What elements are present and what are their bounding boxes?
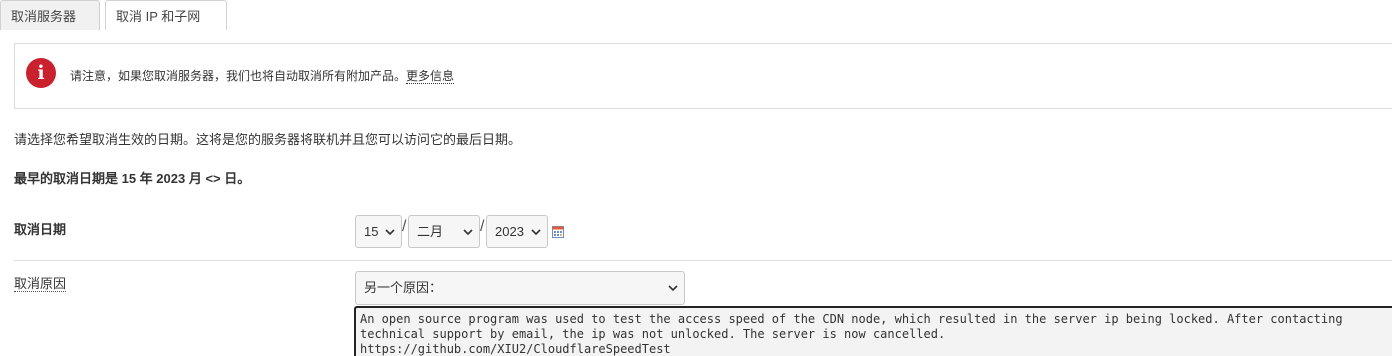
cancel-date-label: 取消日期 [14,222,67,237]
alert-text: 请注意，如果您取消服务器，我们也将自动取消所有附加产品。 [70,69,407,83]
more-info-link[interactable]: 更多信息 [406,69,455,84]
date-separator: / [480,218,485,235]
tab-cancel-ip-subnet[interactable]: 取消 IP 和子网 [105,0,227,30]
tab-bar: 取消服务器 取消 IP 和子网 [0,0,1392,30]
tab-cancel-server[interactable]: 取消服务器 [0,0,100,30]
cancel-reason-label: 取消原因 [14,276,67,292]
chevron-down-icon [531,229,541,236]
month-value: 二月 [417,224,444,239]
earliest-date-text: 最早的取消日期是 15 年 2023 月 <> 日。 [14,171,251,186]
info-icon: i [26,58,56,88]
instruction-text: 请选择您希望取消生效的日期。这将是您的服务器将联机并且您可以访问它的最后日期。 [14,132,522,147]
row-divider [14,260,1392,261]
reason-textarea[interactable]: An open source program was used to test … [354,306,1392,356]
calendar-icon[interactable] [552,226,564,238]
year-value: 2023 [495,224,524,239]
notice-alert: i 请注意，如果您取消服务器，我们也将自动取消所有附加产品。更多信息 [14,43,1392,109]
year-select[interactable]: 2023 [486,215,548,248]
chevron-down-icon [463,229,473,236]
date-separator: / [402,218,407,235]
day-value: 15 [364,224,379,239]
chevron-down-icon [668,285,678,292]
reason-select[interactable]: 另一个原因： [355,271,685,305]
reason-value: 另一个原因： [364,280,443,295]
month-select[interactable]: 二月 [408,215,480,248]
alert-message: 请注意，如果您取消服务器，我们也将自动取消所有附加产品。更多信息 [70,67,455,84]
cancel-server-page: 取消服务器 取消 IP 和子网 i 请注意，如果您取消服务器，我们也将自动取消所… [0,0,1392,356]
chevron-down-icon [385,229,395,236]
day-select[interactable]: 15 [355,215,402,248]
